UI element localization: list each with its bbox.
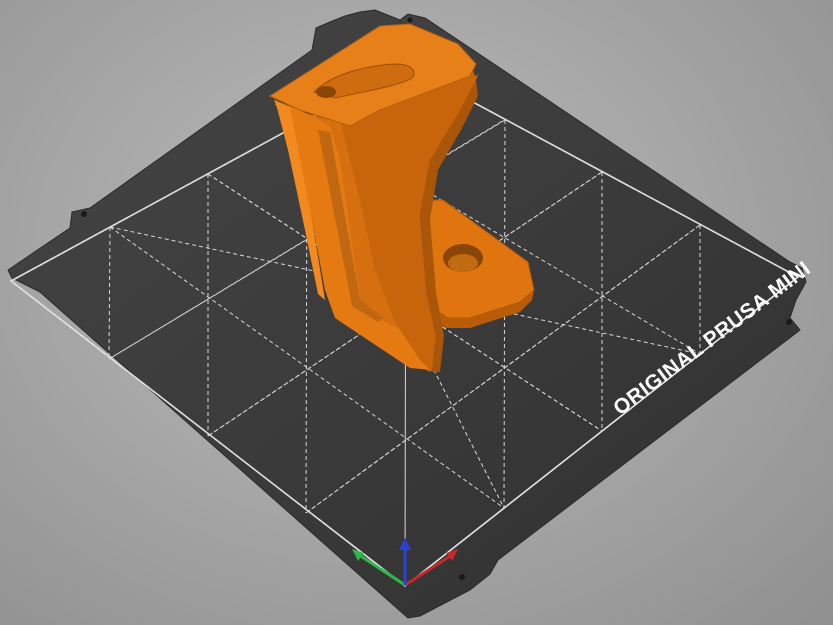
scene-canvas[interactable]: ORIGINAL PRUSA MINI	[0, 0, 833, 625]
3d-viewport[interactable]: ORIGINAL PRUSA MINI	[0, 0, 833, 625]
bed-mount-hole	[407, 17, 413, 23]
bed-mount-hole	[459, 574, 465, 580]
bed-mount-hole	[81, 211, 87, 217]
bed-mount-hole	[786, 319, 792, 325]
